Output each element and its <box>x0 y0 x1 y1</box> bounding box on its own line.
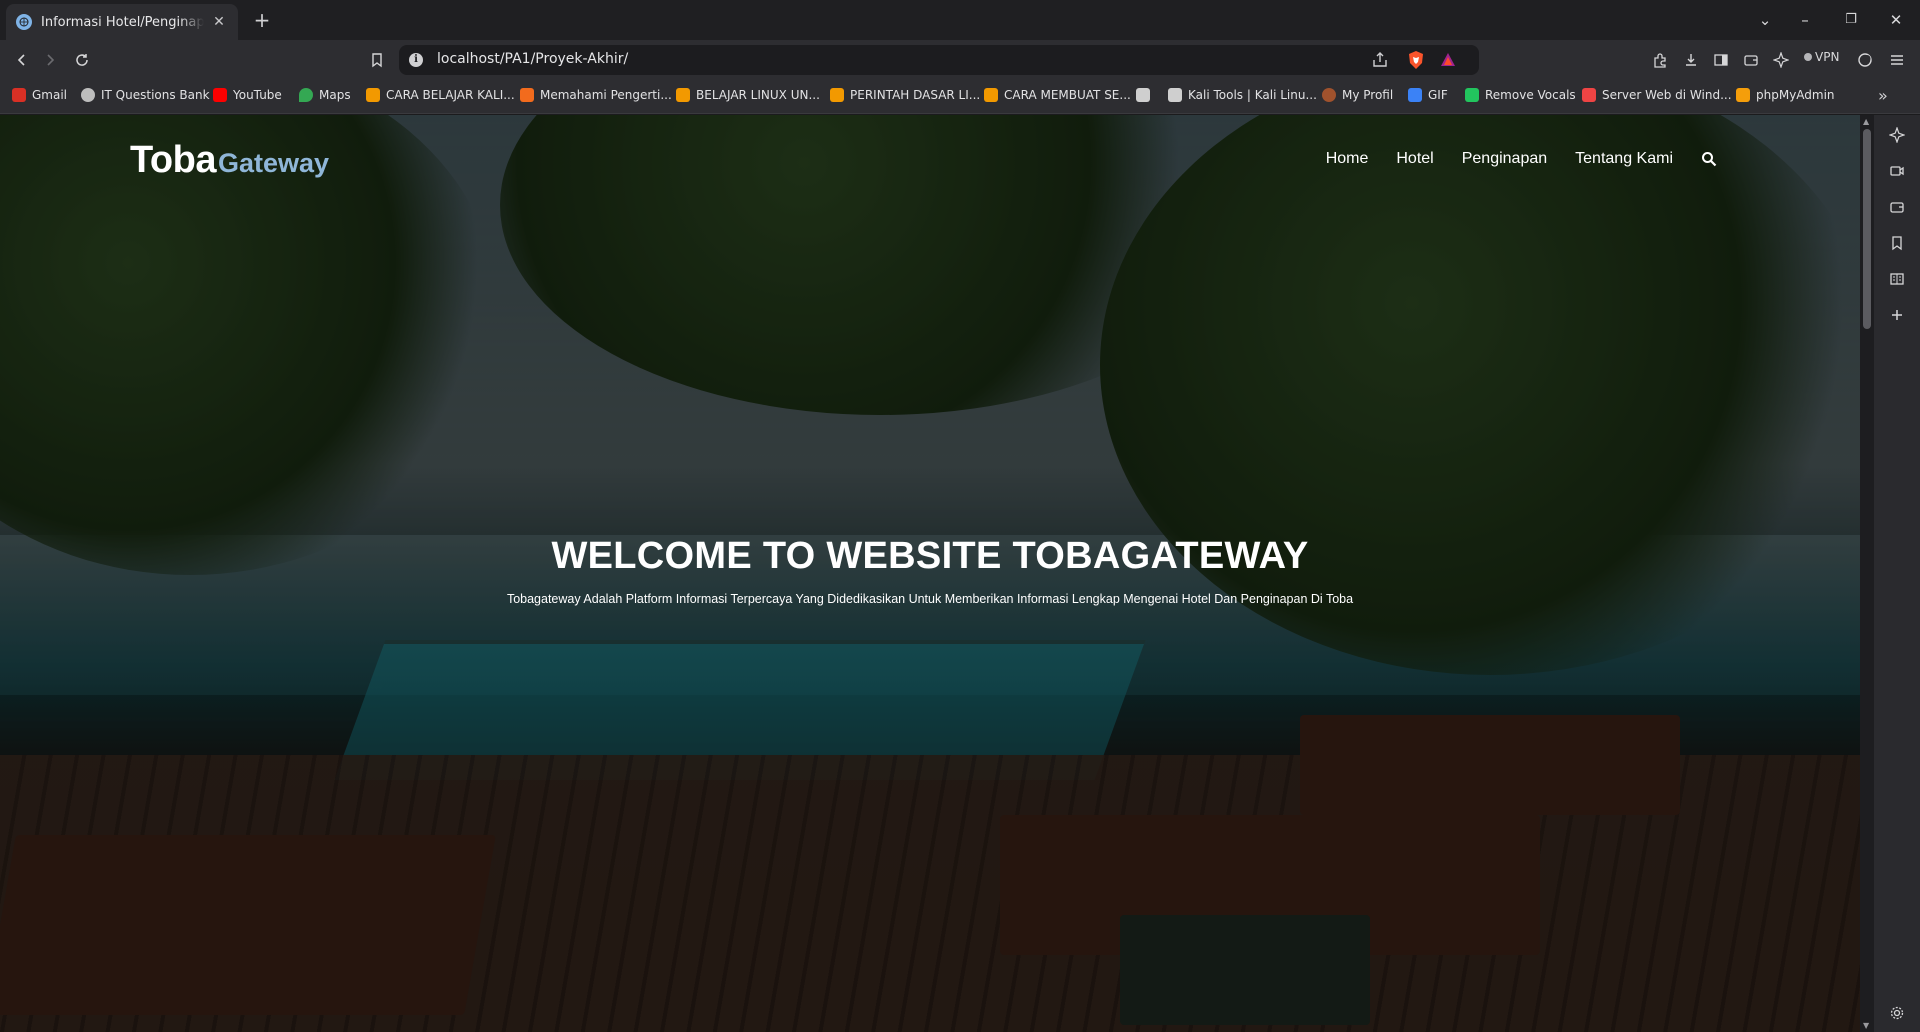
leo-ai-icon[interactable] <box>1771 50 1791 70</box>
bookmark-page-button[interactable] <box>365 48 389 72</box>
site-info-icon[interactable]: i <box>409 53 423 67</box>
minimize-button[interactable]: – <box>1791 8 1819 32</box>
gif-icon <box>1408 88 1422 102</box>
bookmark-cara-belajar-kali[interactable]: CARA BELAJAR KALI... <box>366 88 515 102</box>
site-logo[interactable]: Toba Gateway <box>130 139 329 182</box>
add-panel-icon[interactable] <box>1887 305 1907 325</box>
reload-button[interactable] <box>70 48 94 72</box>
browser-toolbar: i localhost/PA1/Proyek-Akhir/ VPN <box>0 40 1920 80</box>
bookmark-youtube[interactable]: YouTube <box>213 88 282 102</box>
bookmark-server-web[interactable]: Server Web di Wind... <box>1582 88 1732 102</box>
more-bookmarks-icon[interactable]: » <box>1878 86 1888 105</box>
restore-button[interactable]: ❐ <box>1837 8 1865 32</box>
globe-icon <box>16 14 32 30</box>
url-text[interactable]: localhost/PA1/Proyek-Akhir/ <box>437 51 628 67</box>
globe-icon <box>81 88 95 102</box>
check-icon <box>1582 88 1596 102</box>
forward-arrow-icon <box>47 54 55 66</box>
gmail-icon <box>12 88 26 102</box>
bookmark-icon <box>372 53 382 68</box>
bookmark-memahami-pengerti[interactable]: Memahami Pengerti... <box>520 88 672 102</box>
wallet-icon[interactable] <box>1741 50 1761 70</box>
bookmark-maps[interactable]: Maps <box>299 88 351 102</box>
bookmark-phpmyadmin[interactable]: phpMyAdmin <box>1736 88 1835 102</box>
tab-title: Informasi Hotel/Penginapan/Te <box>41 14 204 30</box>
back-arrow-icon <box>17 54 25 66</box>
reading-list-icon[interactable] <box>1887 269 1907 289</box>
tab-search-dropdown-icon[interactable]: ⌄ <box>1751 8 1779 32</box>
blog-icon <box>520 88 534 102</box>
vpn-status-icon <box>1804 53 1812 61</box>
bookmarks-bar: Gmail IT Questions Bank YouTube Maps CAR… <box>0 80 1920 114</box>
new-tab-button[interactable]: + <box>250 8 274 32</box>
sidebar-toggle-icon[interactable] <box>1711 50 1731 70</box>
browser-window: Informasi Hotel/Penginapan/Te ✕ + ⌄ – ❐ … <box>0 0 1920 1032</box>
vpn-button[interactable]: VPN <box>1804 50 1839 64</box>
active-tab[interactable]: Informasi Hotel/Penginapan/Te ✕ <box>6 4 238 40</box>
close-window-button[interactable]: ✕ <box>1882 8 1910 32</box>
tab-close-icon[interactable]: ✕ <box>210 14 228 30</box>
bookmarks-sidebar-icon[interactable] <box>1887 233 1907 253</box>
bookmark-belajar-linux[interactable]: BELAJAR LINUX UN... <box>676 88 820 102</box>
blog-icon <box>830 88 844 102</box>
forward-button[interactable] <box>38 48 62 72</box>
blog-icon <box>366 88 380 102</box>
brave-rewards-icon[interactable] <box>1439 51 1457 69</box>
scroll-down-arrow-icon[interactable]: ▼ <box>1863 1021 1869 1030</box>
reload-icon <box>76 54 88 66</box>
tab-strip: Informasi Hotel/Penginapan/Te ✕ + ⌄ – ❐ … <box>0 0 1920 40</box>
bookmark-it-questions-bank[interactable]: IT Questions Bank <box>81 88 210 102</box>
settings-gear-icon[interactable] <box>1887 1003 1907 1023</box>
scrollbar-thumb[interactable] <box>1863 129 1871 329</box>
page-viewport: Toba Gateway Home Hotel Penginapan Tenta… <box>0 115 1860 1032</box>
phpmyadmin-icon <box>1736 88 1750 102</box>
bookmark-my-profil[interactable]: My Profil <box>1322 88 1393 102</box>
site-navigation: Home Hotel Penginapan Tentang Kami <box>1326 150 1717 168</box>
logo-secondary-text: Gateway <box>217 148 330 178</box>
nav-link-tentang-kami[interactable]: Tentang Kami <box>1575 150 1673 168</box>
download-icon[interactable] <box>1681 50 1701 70</box>
bookmark-gmail[interactable]: Gmail <box>12 88 67 102</box>
kali-icon <box>1136 88 1150 102</box>
nav-link-home[interactable]: Home <box>1326 150 1369 168</box>
extensions-icon[interactable] <box>1650 50 1670 70</box>
page-scrollbar[interactable]: ▲ ▼ <box>1860 115 1874 1032</box>
nav-link-hotel[interactable]: Hotel <box>1396 150 1433 168</box>
main-menu-icon[interactable] <box>1887 50 1907 70</box>
blog-icon <box>676 88 690 102</box>
kali-icon <box>1168 88 1182 102</box>
brave-news-icon[interactable] <box>1855 50 1875 70</box>
bookmark-kali-dragon[interactable] <box>1136 88 1150 102</box>
bookmark-cara-membuat[interactable]: CARA MEMBUAT SE... <box>984 88 1131 102</box>
back-button[interactable] <box>10 48 34 72</box>
vpn-label: VPN <box>1815 50 1840 64</box>
talk-video-icon[interactable] <box>1887 161 1907 181</box>
hero-subtitle: Tobagateway Adalah Platform Informasi Te… <box>506 592 1354 606</box>
share-icon[interactable] <box>1371 51 1389 69</box>
bookmark-remove-vocals[interactable]: Remove Vocals <box>1465 88 1576 102</box>
blog-icon <box>984 88 998 102</box>
wallet-sidebar-icon[interactable] <box>1887 197 1907 217</box>
bookmark-kali-tools[interactable]: Kali Tools | Kali Linu... <box>1168 88 1317 102</box>
vocals-icon <box>1465 88 1479 102</box>
browser-side-panel <box>1874 115 1920 1032</box>
bookmark-gif[interactable]: GIF <box>1408 88 1448 102</box>
youtube-icon <box>213 88 227 102</box>
profile-icon <box>1322 88 1336 102</box>
logo-primary-text: Toba <box>130 139 216 181</box>
bookmark-perintah-dasar[interactable]: PERINTAH DASAR LI... <box>830 88 980 102</box>
address-bar[interactable]: i localhost/PA1/Proyek-Akhir/ <box>399 45 1479 75</box>
search-icon[interactable] <box>1701 151 1717 167</box>
brave-shield-icon[interactable] <box>1407 50 1425 70</box>
leo-sidebar-icon[interactable] <box>1887 125 1907 145</box>
scroll-up-arrow-icon[interactable]: ▲ <box>1863 117 1869 126</box>
nav-link-penginapan[interactable]: Penginapan <box>1462 150 1547 168</box>
hero-title: WELCOME TO WEBSITE TOBAGATEWAY <box>551 535 1309 577</box>
maps-icon <box>299 88 313 102</box>
